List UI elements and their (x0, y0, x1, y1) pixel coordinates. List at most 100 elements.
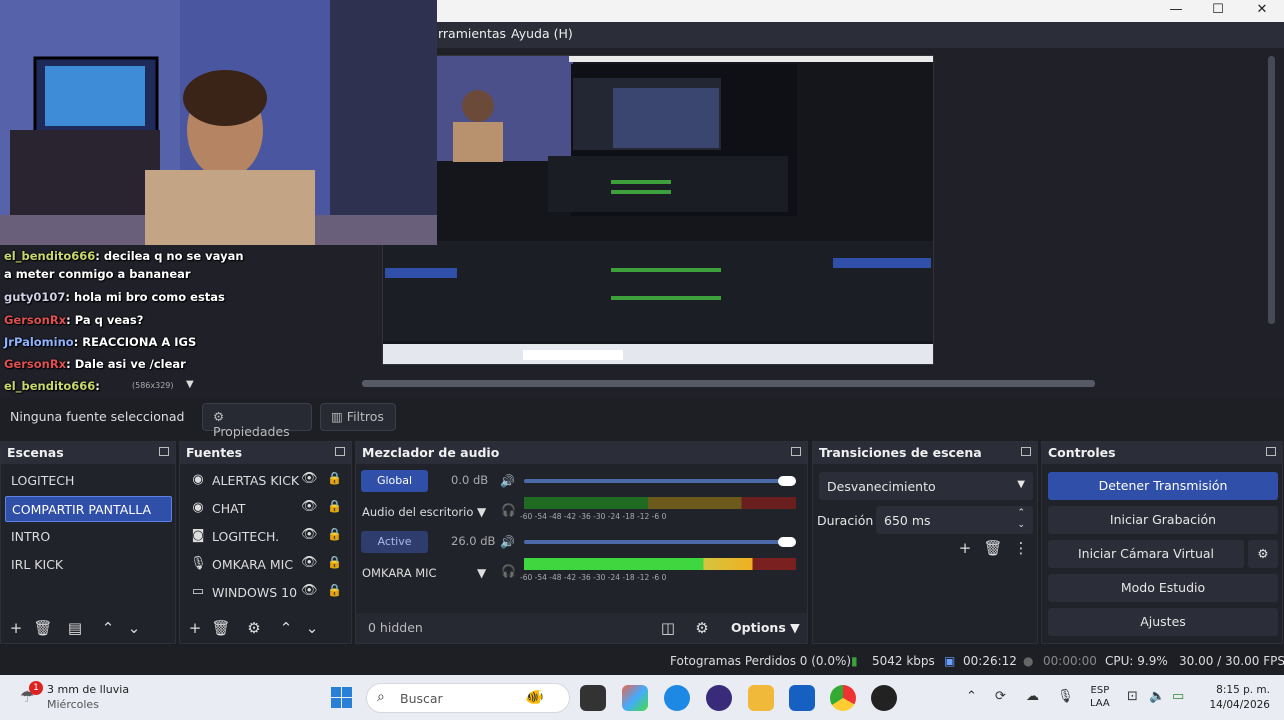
stepper-icon[interactable]: ⌃ ⌄ (1017, 507, 1025, 531)
recording-app-icon[interactable] (871, 685, 897, 711)
eye-icon[interactable]: 👁 (301, 583, 318, 598)
trash-icon[interactable]: 🗑 (211, 619, 231, 637)
file-explorer-icon[interactable] (748, 685, 774, 711)
duration-input[interactable]: 650 ms ⌃ ⌄ (876, 506, 1033, 534)
minimize-button[interactable]: — (1154, 0, 1198, 22)
scene-filters-icon[interactable]: ▤ (65, 619, 85, 637)
float-dock-icon[interactable] (335, 447, 345, 456)
gear-icon: ⚙ (213, 409, 225, 424)
start-recording-button[interactable]: Iniciar Grabación (1048, 506, 1278, 534)
properties-button[interactable]: ⚙ Propiedades (202, 403, 312, 439)
trash-icon[interactable]: 🗑 (983, 539, 1003, 557)
chrome-icon[interactable] (830, 685, 856, 711)
dropped-frames: Fotogramas Perdidos 0 (0.0%) (670, 654, 852, 668)
move-up-icon[interactable]: ⌃ (98, 619, 118, 637)
windows-start-icon[interactable] (331, 687, 352, 708)
float-dock-icon[interactable] (791, 447, 801, 456)
copilot-icon[interactable] (622, 685, 648, 711)
eye-icon[interactable]: 👁 (301, 499, 318, 514)
lock-icon[interactable]: 🔒 (327, 471, 342, 485)
virtual-camera-button[interactable]: Iniciar Cámara Virtual (1048, 540, 1244, 568)
eye-icon[interactable]: 👁 (301, 555, 318, 570)
sources-dock: Fuentes ◉ ALERTAS KICK 👁 🔒 ◉ CHAT 👁 🔒 ◙ LOGITECH.… (179, 441, 352, 644)
move-down-icon[interactable]: ⌄ (124, 619, 144, 637)
studio-mode-button[interactable]: Modo Estudio (1048, 574, 1278, 602)
task-view-icon[interactable] (580, 685, 606, 711)
float-dock-icon[interactable] (1266, 447, 1276, 456)
scene-item[interactable]: COMPARTIR PANTALLA (5, 496, 172, 522)
lock-icon[interactable]: 🔒 (327, 583, 342, 597)
edge-icon[interactable] (664, 685, 690, 711)
sync-icon[interactable]: ⟳ (995, 689, 1006, 704)
volume-slider[interactable] (524, 476, 796, 486)
scene-item[interactable]: LOGITECH (5, 468, 172, 494)
stop-stream-button[interactable]: Detener Transmisión (1048, 472, 1278, 500)
more-options-icon[interactable]: ⋮ (1011, 539, 1031, 557)
chat-message: el_bendito666: decilea q no se vayan (4, 249, 244, 263)
volume-slider-knob[interactable] (778, 476, 796, 486)
settings-button[interactable]: Ajustes (1048, 608, 1278, 636)
obs-icon[interactable] (706, 685, 732, 711)
cloud-icon[interactable]: ☁ (1026, 689, 1039, 704)
lock-icon[interactable]: 🔒 (327, 527, 342, 541)
volume-icon[interactable]: 🔈 (1149, 689, 1165, 704)
network-icon[interactable]: ⊡ (1127, 689, 1138, 704)
webcam-overlay (0, 0, 437, 245)
source-item[interactable]: ▭ WINDOWS 10 👁 🔒 (188, 580, 348, 606)
add-source-icon[interactable]: + (185, 619, 205, 637)
clock[interactable]: 8:15 p. m. 14/04/2026 (1206, 683, 1270, 713)
volume-slider[interactable] (524, 537, 796, 547)
eye-icon[interactable]: 👁 (301, 527, 318, 542)
chat-message: el_bendito666: (4, 379, 100, 393)
chevron-down-icon[interactable]: ▼ (186, 379, 194, 390)
channel-mode-badge[interactable]: Global (361, 470, 428, 492)
source-item[interactable]: ◉ CHAT 👁 🔒 (188, 496, 348, 522)
float-dock-icon[interactable] (159, 447, 169, 456)
add-scene-icon[interactable]: + (6, 619, 26, 637)
volume-icon[interactable]: 🔊 (500, 474, 515, 488)
bitrate: 5042 kbps (872, 654, 935, 668)
close-button[interactable]: ✕ (1240, 0, 1284, 22)
menu-tools[interactable]: rramientas (438, 26, 506, 41)
eye-icon[interactable]: 👁 (301, 471, 318, 486)
source-item[interactable]: ◉ ALERTAS KICK 👁 🔒 (188, 468, 348, 494)
maximize-button[interactable]: ☐ (1196, 0, 1240, 22)
chevron-up-icon[interactable]: ⌃ (966, 689, 977, 704)
sources-header: Fuentes (180, 442, 351, 464)
weather-text[interactable]: 3 mm de lluvia (47, 683, 129, 696)
gear-icon[interactable]: ⚙ (1248, 540, 1278, 568)
float-dock-icon[interactable] (1021, 447, 1031, 456)
preview-vertical-scrollbar[interactable] (1268, 56, 1275, 324)
scene-item[interactable]: IRL KICK (5, 552, 172, 578)
advanced-audio-icon[interactable]: ⚙ (692, 619, 712, 637)
headphones-icon[interactable]: 🎧 (501, 564, 516, 578)
scene-item[interactable]: INTRO (5, 524, 172, 550)
layout-icon[interactable]: ◫ (658, 619, 678, 637)
filters-button[interactable]: ▥ Filtros (320, 403, 396, 431)
preview-horizontal-scrollbar[interactable] (362, 380, 1095, 387)
menu-help[interactable]: Ayuda (H) (511, 26, 573, 41)
source-item[interactable]: 🎙 OMKARA MIC 👁 🔒 (188, 552, 348, 578)
move-down-icon[interactable]: ⌄ (302, 619, 322, 637)
gear-icon[interactable]: ⚙ (244, 619, 264, 637)
transition-select[interactable]: Desvanecimiento ▼ (819, 472, 1033, 500)
chevron-down-icon[interactable]: ▼ (477, 505, 486, 519)
trash-icon[interactable]: 🗑 (33, 619, 53, 637)
chevron-down-icon[interactable]: ▼ (477, 566, 486, 580)
stream-preview[interactable] (382, 55, 934, 365)
microphone-icon[interactable]: 🎙 (1057, 689, 1074, 704)
volume-slider-knob[interactable] (778, 537, 796, 547)
lock-icon[interactable]: 🔒 (327, 499, 342, 513)
headphones-icon[interactable]: 🎧 (501, 503, 516, 517)
add-transition-icon[interactable]: + (955, 539, 975, 557)
channel-mode-badge[interactable]: Active (361, 531, 428, 553)
battery-icon[interactable]: ▭ (1172, 689, 1184, 704)
options-button[interactable]: Options ▼ (731, 620, 800, 635)
move-up-icon[interactable]: ⌃ (276, 619, 296, 637)
volume-icon[interactable]: 🔊 (500, 535, 515, 549)
language-indicator[interactable]: ESP LAA (1090, 684, 1110, 710)
lock-icon[interactable]: 🔒 (327, 555, 342, 569)
store-icon[interactable] (789, 685, 815, 711)
source-item[interactable]: ◙ LOGITECH. 👁 🔒 (188, 524, 348, 550)
taskbar-search[interactable]: ⌕ Buscar 🐠 (366, 683, 570, 713)
